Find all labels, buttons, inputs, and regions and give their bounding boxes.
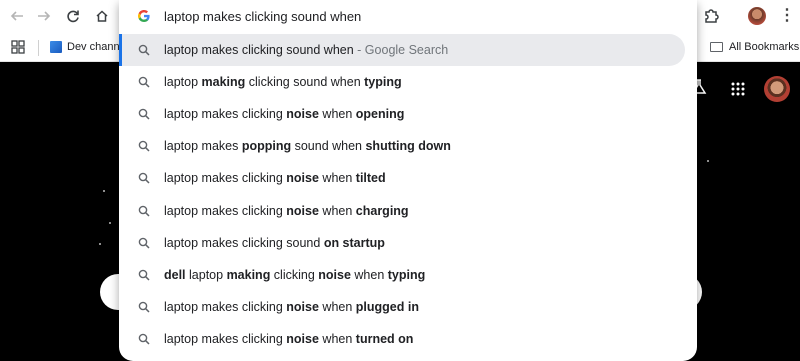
- background-dot: [103, 190, 105, 192]
- bookmarks-divider: [38, 40, 39, 56]
- suggestion-suffix: - Google Search: [353, 43, 449, 57]
- search-icon: [138, 140, 150, 152]
- reload-icon[interactable]: [62, 5, 84, 27]
- search-icon: [138, 269, 150, 281]
- account-avatar-icon[interactable]: [764, 76, 790, 102]
- apps-grid-icon[interactable]: [11, 40, 25, 54]
- more-menu-icon[interactable]: ⋮: [779, 5, 795, 27]
- extensions-icon[interactable]: [702, 6, 722, 26]
- suggestion-text: laptop makes clicking noise when plugged…: [164, 300, 419, 314]
- suggestion-text: laptop makes popping sound when shutting…: [164, 139, 451, 153]
- background-dot: [707, 160, 709, 162]
- suggestion-text: laptop makes clicking noise when opening: [164, 107, 405, 121]
- suggestion-text: laptop makes clicking sound on startup: [164, 236, 385, 250]
- search-icon: [138, 205, 150, 217]
- suggestion-text: laptop makes clicking noise when chargin…: [164, 204, 409, 218]
- forward-arrow-icon[interactable]: [33, 5, 55, 27]
- all-bookmarks-button[interactable]: All Bookmarks: [710, 39, 799, 55]
- background-dot: [99, 243, 101, 245]
- suggestion-row[interactable]: laptop making clicking sound when typing: [119, 66, 685, 98]
- search-icon: [138, 108, 150, 120]
- suggestion-text: laptop makes clicking noise when tilted: [164, 171, 386, 185]
- google-apps-icon[interactable]: [731, 82, 745, 96]
- search-icon: [138, 237, 150, 249]
- omnibox-dropdown: laptop makes clicking sound when laptop …: [119, 0, 697, 361]
- folder-icon: [710, 42, 723, 52]
- suggestion-row[interactable]: laptop makes clicking sound on startup: [119, 227, 685, 259]
- search-icon: [138, 333, 150, 345]
- background-dot: [109, 222, 111, 224]
- windows-icon: [50, 41, 62, 53]
- all-bookmarks-label: All Bookmarks: [729, 41, 800, 53]
- bookmark-dev-channel[interactable]: Dev channel: [50, 39, 128, 55]
- suggestion-row[interactable]: laptop makes clicking sound when - Googl…: [119, 34, 685, 66]
- suggestion-row[interactable]: laptop makes clicking noise when turned …: [119, 323, 685, 355]
- search-icon: [138, 44, 150, 56]
- profile-avatar-icon[interactable]: [748, 7, 766, 25]
- suggestion-text: laptop makes clicking noise when turned …: [164, 332, 414, 346]
- suggestion-row[interactable]: laptop makes clicking noise when chargin…: [119, 195, 685, 227]
- suggestion-row[interactable]: laptop makes clicking noise when opening: [119, 98, 685, 130]
- suggestion-text: laptop makes clicking sound when - Googl…: [164, 43, 449, 57]
- google-g-icon: [138, 10, 150, 22]
- omnibox-query-text: laptop makes clicking sound when: [164, 9, 362, 24]
- search-icon: [138, 301, 150, 313]
- back-arrow-icon[interactable]: [6, 5, 28, 27]
- suggestion-row[interactable]: laptop makes clicking noise when plugged…: [119, 291, 685, 323]
- home-icon[interactable]: [91, 5, 113, 27]
- suggestion-text: laptop making clicking sound when typing: [164, 75, 402, 89]
- suggestion-text: dell laptop making clicking noise when t…: [164, 268, 426, 282]
- suggestion-row[interactable]: laptop makes popping sound when shutting…: [119, 130, 685, 162]
- suggestion-row[interactable]: dell laptop making clicking noise when t…: [119, 259, 685, 291]
- search-icon: [138, 76, 150, 88]
- omnibox[interactable]: laptop makes clicking sound when: [119, 0, 697, 33]
- suggestion-row[interactable]: laptop makes clicking noise when tilted: [119, 162, 685, 194]
- search-icon: [138, 172, 150, 184]
